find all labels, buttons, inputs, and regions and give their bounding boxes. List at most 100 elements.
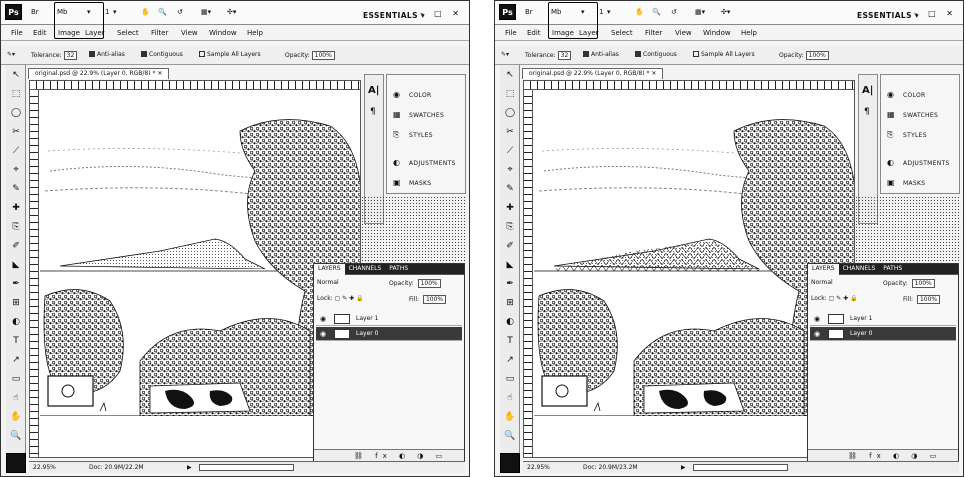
visibility-eye-icon[interactable]: ◉	[814, 330, 820, 338]
tool-icon-16[interactable]: ▭	[504, 373, 516, 385]
menu-select[interactable]: Select	[611, 29, 633, 37]
panel-color[interactable]: ◉ COLOR	[887, 90, 925, 99]
horizontal-scrollbar[interactable]	[693, 464, 788, 471]
tool-icon-8[interactable]: ⎘	[10, 221, 22, 233]
appbar-button-8[interactable]: ▦▾	[695, 6, 705, 19]
tool-icon-2[interactable]: ◯	[10, 107, 22, 119]
document-tab[interactable]: original.psd @ 22.9% (Layer 0, RGB/8) * …	[522, 68, 664, 79]
fill-input[interactable]: 100%	[916, 295, 941, 304]
menu-edit[interactable]: Edit	[527, 29, 541, 37]
menu-filter[interactable]: Filter	[645, 29, 662, 37]
workspace-switcher[interactable]: ESSENTIALS ▾	[857, 11, 919, 20]
tolerance-input[interactable]: 32	[63, 51, 78, 60]
tool-icon-1[interactable]: ⬚	[10, 88, 22, 100]
panel-swatches[interactable]: ▦ SWATCHES	[393, 110, 444, 119]
mini-bridge-icon[interactable]	[6, 453, 26, 473]
tool-icon-18[interactable]: ✋	[504, 411, 516, 423]
lock-icons[interactable]: ▢ ✎ ✚ 🔒	[829, 295, 858, 302]
panel-masks[interactable]: ▣ MASKS	[393, 178, 431, 187]
tool-icon-15[interactable]: ↗	[504, 354, 516, 366]
appbar-button-0[interactable]: Br	[31, 6, 39, 19]
tab-layers[interactable]: LAYERS	[314, 264, 345, 275]
tool-icon-0[interactable]: ↖	[504, 69, 516, 81]
status-menu-arrow[interactable]: ▶	[681, 464, 686, 471]
tool-icon-3[interactable]: ✂	[504, 126, 516, 138]
window-controls[interactable]: – □ ✕	[420, 9, 463, 18]
appbar-button-6[interactable]: 🔍	[652, 6, 661, 19]
panel-adjustments[interactable]: ◐ ADJUSTMENTS	[393, 158, 456, 167]
tool-icon-2[interactable]: ◯	[504, 107, 516, 119]
panel-styles[interactable]: ⎘ STYLES	[393, 130, 433, 140]
tool-preset-picker[interactable]: ✎▾	[7, 51, 15, 58]
character-panel-icon[interactable]: A|	[368, 85, 379, 96]
tool-icon-6[interactable]: ✎	[504, 183, 516, 195]
appbar-button-8[interactable]: ▦▾	[201, 6, 211, 19]
menu-window[interactable]: Window	[209, 29, 237, 37]
menu-filter[interactable]: Filter	[151, 29, 168, 37]
blend-mode-select[interactable]: Normal	[317, 279, 339, 286]
tool-icon-1[interactable]: ⬚	[504, 88, 516, 100]
visibility-eye-icon[interactable]: ◉	[320, 330, 326, 338]
appbar-button-5[interactable]: ✋	[141, 6, 150, 19]
appbar-button-9[interactable]: ✣▾	[227, 6, 236, 19]
menu-layer[interactable]: Layer	[579, 29, 599, 37]
appbar-button-7[interactable]: ↺	[671, 6, 677, 19]
appbar-button-4[interactable]: ▾	[113, 6, 117, 19]
tool-icon-6[interactable]: ✎	[10, 183, 22, 195]
appbar-button-5[interactable]: ✋	[635, 6, 644, 19]
tool-icon-17[interactable]: ☝	[504, 392, 516, 404]
tool-icon-9[interactable]: ✐	[10, 240, 22, 252]
lock-icons[interactable]: ▢ ✎ ✚ 🔒	[335, 295, 364, 302]
tool-icon-3[interactable]: ✂	[10, 126, 22, 138]
tool-icon-7[interactable]: ✚	[504, 202, 516, 214]
menu-view[interactable]: View	[181, 29, 198, 37]
appbar-button-3[interactable]: 1	[599, 6, 603, 19]
menu-view[interactable]: View	[675, 29, 692, 37]
visibility-eye-icon[interactable]: ◉	[814, 315, 820, 323]
appbar-button-1[interactable]: Mb	[551, 6, 561, 19]
tool-icon-15[interactable]: ↗	[10, 354, 22, 366]
layer-row[interactable]: ◉ Layer 1	[810, 312, 956, 326]
appbar-button-7[interactable]: ↺	[177, 6, 183, 19]
tool-icon-19[interactable]: 🔍	[10, 430, 22, 442]
panel-color[interactable]: ◉ COLOR	[393, 90, 431, 99]
menu-layer[interactable]: Layer	[85, 29, 105, 37]
panel-adjustments[interactable]: ◐ ADJUSTMENTS	[887, 158, 950, 167]
layer-opacity-input[interactable]: 100%	[417, 279, 441, 288]
menu-image[interactable]: Image	[552, 29, 574, 37]
paragraph-panel-icon[interactable]: ¶	[864, 107, 870, 117]
zoom-level[interactable]: 22.95%	[527, 464, 550, 471]
blend-mode-select[interactable]: Normal	[811, 279, 833, 286]
anti-alias-checkbox[interactable]: Anti-alias	[89, 51, 125, 58]
tool-icon-18[interactable]: ✋	[10, 411, 22, 423]
fill-input[interactable]: 100%	[422, 295, 447, 304]
tab-paths[interactable]: PATHS	[879, 264, 906, 275]
horizontal-scrollbar[interactable]	[199, 464, 294, 471]
tool-icon-12[interactable]: ⊞	[504, 297, 516, 309]
character-panel-icon[interactable]: A|	[862, 85, 873, 96]
menu-file[interactable]: File	[505, 29, 517, 37]
tool-icon-14[interactable]: T	[10, 335, 22, 347]
appbar-button-4[interactable]: ▾	[607, 6, 611, 19]
appbar-button-3[interactable]: 1	[105, 6, 109, 19]
workspace-switcher[interactable]: ESSENTIALS ▾	[363, 11, 425, 20]
tab-layers[interactable]: LAYERS	[808, 264, 839, 275]
menu-window[interactable]: Window	[703, 29, 731, 37]
visibility-eye-icon[interactable]: ◉	[320, 315, 326, 323]
anti-alias-checkbox[interactable]: Anti-alias	[583, 51, 619, 58]
tool-icon-8[interactable]: ⎘	[504, 221, 516, 233]
tool-icon-13[interactable]: ◐	[10, 316, 22, 328]
appbar-button-1[interactable]: Mb	[57, 6, 67, 19]
layer-row[interactable]: ◉ Layer 1	[316, 312, 462, 326]
menu-image[interactable]: Image	[58, 29, 80, 37]
opacity-input[interactable]: 100%	[311, 51, 335, 60]
tool-icon-10[interactable]: ◣	[10, 259, 22, 271]
tool-icon-14[interactable]: T	[504, 335, 516, 347]
mini-bridge-icon[interactable]	[500, 453, 520, 473]
sample-all-layers-checkbox[interactable]: Sample All Layers	[199, 51, 261, 58]
menu-help[interactable]: Help	[247, 29, 263, 37]
appbar-button-0[interactable]: Br	[525, 6, 533, 19]
paragraph-panel-icon[interactable]: ¶	[370, 107, 376, 117]
window-controls[interactable]: – □ ✕	[914, 9, 957, 18]
tool-icon-19[interactable]: 🔍	[504, 430, 516, 442]
